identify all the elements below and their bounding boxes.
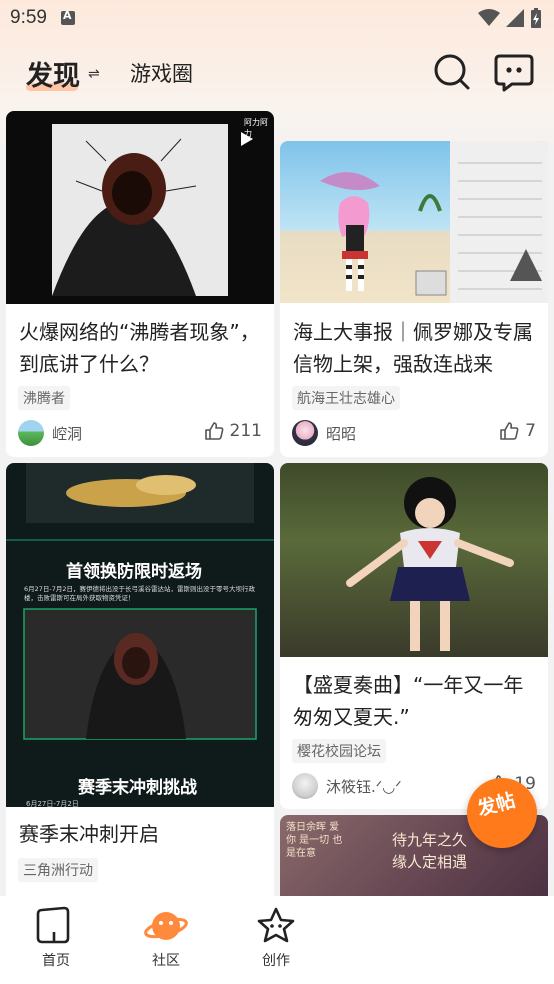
promo-date: 6月27日-7月2日: [26, 800, 79, 807]
search-icon[interactable]: [432, 52, 472, 92]
side-text: 落日余晖 爱你 是一切 也是在意: [286, 822, 343, 859]
like-count: 7: [525, 421, 536, 441]
tab-game-circle[interactable]: 游戏圈: [130, 58, 193, 88]
post-thumbnail[interactable]: [280, 141, 548, 303]
nav-community-label: 社区: [152, 953, 180, 969]
creature-image: [52, 124, 228, 296]
promo-headline-2: 赛季末冲刺挑战: [78, 778, 197, 798]
bottom-navigation: 首页 社区 创作: [0, 896, 554, 984]
notification-icon: [60, 9, 75, 25]
post-tag[interactable]: 航海王壮志雄心: [292, 386, 400, 410]
post-tag[interactable]: 樱花校园论坛: [292, 739, 386, 763]
battery-icon: [531, 8, 541, 28]
calligraphy-text: 待九年之久 缘人定相遇: [392, 831, 468, 871]
author-name[interactable]: 崆洞: [52, 423, 82, 444]
post-title[interactable]: 【盛夏奏曲】“一年又一年 匆匆又夏天.”: [293, 669, 536, 733]
status-time: 9:59: [10, 7, 47, 28]
play-icon[interactable]: [240, 131, 254, 147]
author-name[interactable]: 昭昭: [326, 423, 356, 444]
swap-icon[interactable]: ⇌: [88, 66, 100, 82]
avatar[interactable]: [18, 420, 44, 446]
like-button[interactable]: 7: [499, 421, 536, 441]
top-header: 发现 ⇌ 游戏圈: [0, 36, 554, 106]
nav-create-label: 创作: [262, 953, 290, 969]
post-title[interactable]: 海上大事报｜佩罗娜及专属信物上架，强敌连战来: [293, 316, 536, 380]
promo-body-text: 6月27日-7月2日，赛伊德将出没于长弓溪谷雷达站，雷斯则出没于零号大坝行政楼，…: [24, 585, 256, 602]
wifi-icon: [478, 9, 500, 26]
avatar[interactable]: [292, 420, 318, 446]
author-name[interactable]: 沐筱钰.ᐟ◡ᐟ: [326, 776, 402, 797]
anime-character-image: [320, 141, 548, 303]
post-author-row: 崆洞 211: [18, 420, 262, 446]
tab-discover-label: 发现: [26, 61, 80, 92]
nav-create[interactable]: 创作: [236, 896, 316, 984]
post-thumbnail[interactable]: 阿力阿力: [6, 111, 274, 304]
signal-icon: [506, 9, 524, 27]
like-icon: [500, 422, 519, 440]
planet-icon: [144, 912, 188, 940]
nav-community[interactable]: 社区: [126, 896, 206, 984]
post-card[interactable]: 阿力阿力 火爆网络的“沸腾者现象”，到底讲了什么？ 沸腾者 崆洞 211: [6, 111, 274, 457]
status-icons: [478, 8, 542, 28]
message-icon[interactable]: [494, 52, 534, 92]
post-thumbnail[interactable]: 首领换防限时返场 6月27日-7月2日，赛伊德将出没于长弓溪谷雷达站，雷斯则出没…: [6, 463, 274, 807]
post-tag[interactable]: 沸腾者: [18, 386, 70, 410]
nav-home-label: 首页: [42, 953, 70, 969]
promo-headline-1: 首领换防限时返场: [66, 562, 202, 582]
like-count: 211: [229, 421, 262, 441]
game-promo-image: [6, 463, 274, 740]
star-icon: [257, 907, 295, 943]
post-author-row: 昭昭 7: [292, 420, 536, 446]
post-fab-button[interactable]: 发帖: [467, 778, 537, 848]
anime-girl-image: [346, 477, 514, 651]
status-bar: 9:59: [0, 0, 554, 36]
like-icon: [204, 422, 223, 440]
post-card[interactable]: 【盛夏奏曲】“一年又一年 匆匆又夏天.” 樱花校园论坛 沐筱钰.ᐟ◡ᐟ 19: [280, 463, 548, 809]
post-card[interactable]: 海上大事报｜佩罗娜及专属信物上架，强敌连战来 航海王壮志雄心 昭昭 7: [280, 141, 548, 457]
post-thumbnail[interactable]: [280, 463, 548, 657]
post-card[interactable]: 首领换防限时返场 6月27日-7月2日，赛伊德将出没于长弓溪谷雷达站，雷斯则出没…: [6, 463, 274, 903]
home-icon: [36, 906, 70, 944]
post-tag[interactable]: 三角洲行动: [18, 858, 98, 882]
like-button[interactable]: 211: [204, 421, 262, 441]
nav-home[interactable]: 首页: [16, 896, 96, 984]
fab-label: 发帖: [475, 789, 518, 821]
tab-discover[interactable]: 发现: [26, 54, 80, 93]
avatar[interactable]: [292, 773, 318, 799]
post-title[interactable]: 火爆网络的“沸腾者现象”，到底讲了什么？: [19, 316, 262, 380]
post-title[interactable]: 赛季末冲刺开启: [19, 818, 262, 850]
